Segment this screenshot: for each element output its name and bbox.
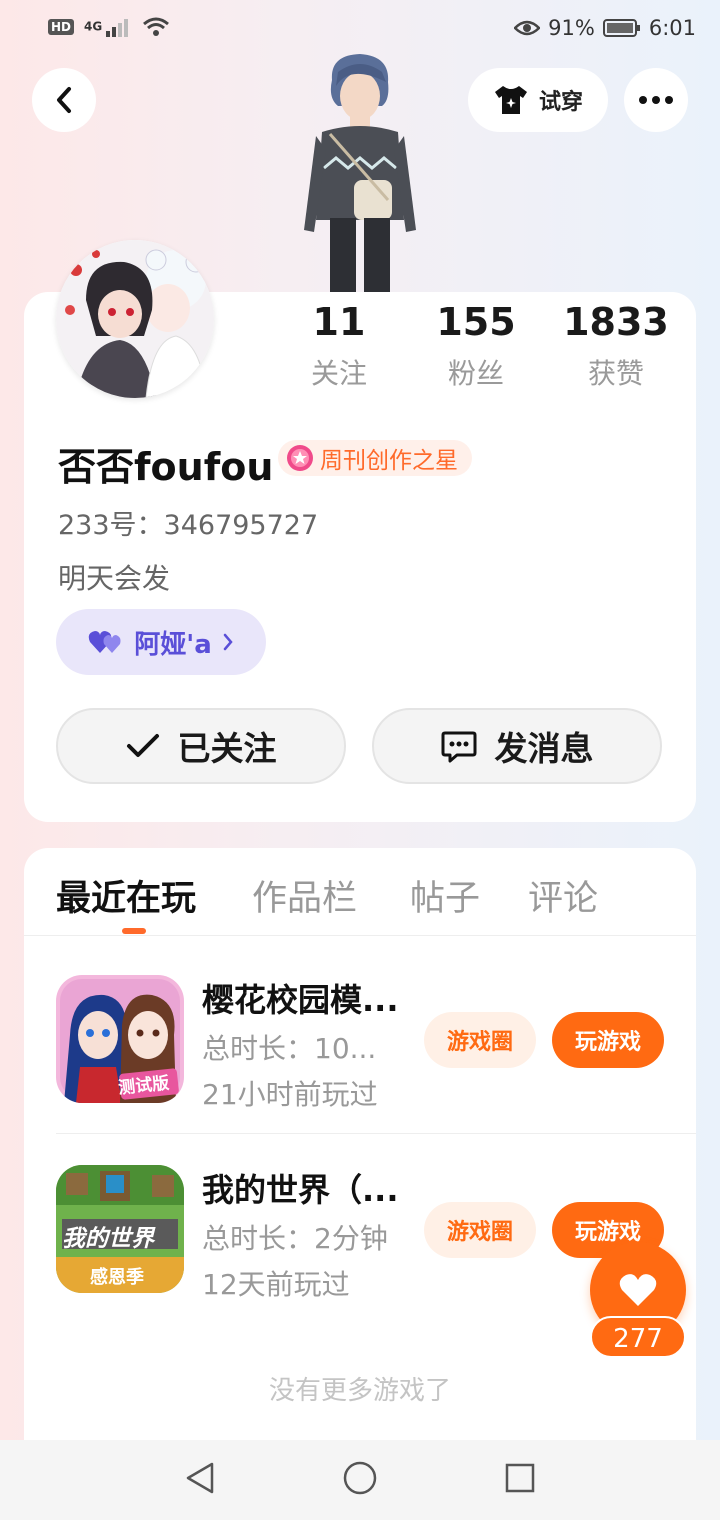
game-icon-minecraft[interactable]: 我的世界 感恩季 <box>56 1165 184 1293</box>
tab-indicator <box>122 928 146 934</box>
more-button[interactable] <box>624 68 688 132</box>
system-navigation-bar <box>0 1440 720 1520</box>
user-signature: 明天会发 <box>58 562 171 595</box>
row-divider <box>56 1133 696 1134</box>
stat-number: 155 <box>436 300 516 344</box>
badge-label: 周刊创作之星 <box>320 448 458 474</box>
stat-number: 11 <box>312 300 366 344</box>
tab-recently-played[interactable]: 最近在玩 <box>56 870 196 921</box>
nav-recents-icon[interactable] <box>504 1460 536 1496</box>
stat-likes[interactable]: 1833 获赞 <box>551 300 681 392</box>
clock: 6:01 <box>648 16 696 40</box>
message-label: 发消息 <box>494 729 594 768</box>
game-duration: 总时长：2分钟 <box>202 1222 388 1255</box>
partner-name: 阿娅'a <box>134 629 212 660</box>
game-circle-button[interactable]: 游戏圈 <box>424 1012 536 1068</box>
wifi-icon <box>143 17 170 36</box>
stat-following[interactable]: 11 关注 <box>274 300 404 392</box>
stat-label: 关注 <box>310 357 367 390</box>
tabs-divider <box>24 935 696 936</box>
message-button[interactable]: 发消息 <box>372 708 662 784</box>
game-last-played: 12天前玩过 <box>202 1268 350 1301</box>
double-heart-icon <box>89 631 121 653</box>
game-last-played: 21小时前玩过 <box>202 1078 378 1111</box>
signal-icon: 4G <box>84 17 132 37</box>
chevron-right-icon <box>223 633 233 651</box>
tab-comments[interactable]: 评论 <box>528 870 598 921</box>
stat-fans[interactable]: 155 粉丝 <box>411 300 541 392</box>
game-circle-button[interactable]: 游戏圈 <box>424 1202 536 1258</box>
battery-percent: 91% <box>548 16 595 40</box>
battery-icon <box>602 19 640 37</box>
beta-label: 测试版 <box>117 1073 171 1099</box>
tshirt-sparkle-icon <box>494 86 527 114</box>
character-avatar-3d[interactable] <box>290 50 430 295</box>
avatar-image <box>56 240 214 398</box>
nav-back-icon[interactable] <box>184 1460 216 1496</box>
username: 否否foufou <box>58 445 274 489</box>
game-icon-sakura[interactable]: 测试版 <box>56 975 184 1103</box>
minecraft-event-text: 感恩季 <box>90 1267 144 1288</box>
user-id: 233号：346795727 <box>58 510 319 541</box>
stat-label: 粉丝 <box>447 357 504 390</box>
game-title[interactable]: 我的世界（... <box>202 1165 398 1211</box>
try-on-button[interactable]: 试穿 <box>468 68 608 132</box>
check-icon <box>126 734 159 757</box>
back-arrow-icon <box>57 87 71 113</box>
like-count: 277 <box>590 1316 686 1358</box>
stat-label: 获赞 <box>587 357 644 390</box>
game-title[interactable]: 樱花校园模... <box>202 975 398 1021</box>
tab-posts[interactable]: 帖子 <box>410 870 480 921</box>
star-medal-icon <box>287 445 313 471</box>
hd-icon: HD <box>48 19 75 35</box>
nav-home-icon[interactable] <box>342 1460 378 1496</box>
play-game-button[interactable]: 玩游戏 <box>552 1012 664 1068</box>
minecraft-title-text: 我的世界 <box>62 1226 154 1252</box>
eye-icon <box>514 20 541 36</box>
profile-avatar[interactable] <box>56 240 214 398</box>
back-button[interactable] <box>32 68 96 132</box>
followed-button[interactable]: 已关注 <box>56 708 346 784</box>
tab-works[interactable]: 作品栏 <box>252 870 357 921</box>
try-on-label: 试穿 <box>538 90 583 115</box>
game-duration: 总时长：10... <box>202 1032 377 1065</box>
more-dots-icon <box>639 96 673 104</box>
chat-bubble-icon <box>441 731 476 763</box>
followed-label: 已关注 <box>177 729 277 768</box>
stat-number: 1833 <box>563 300 669 344</box>
no-more-games-text: 没有更多游戏了 <box>268 1376 451 1406</box>
creator-badge[interactable]: 周刊创作之星 <box>278 440 472 476</box>
partner-tag[interactable]: 阿娅'a <box>56 609 266 675</box>
heart-icon <box>619 1274 657 1306</box>
